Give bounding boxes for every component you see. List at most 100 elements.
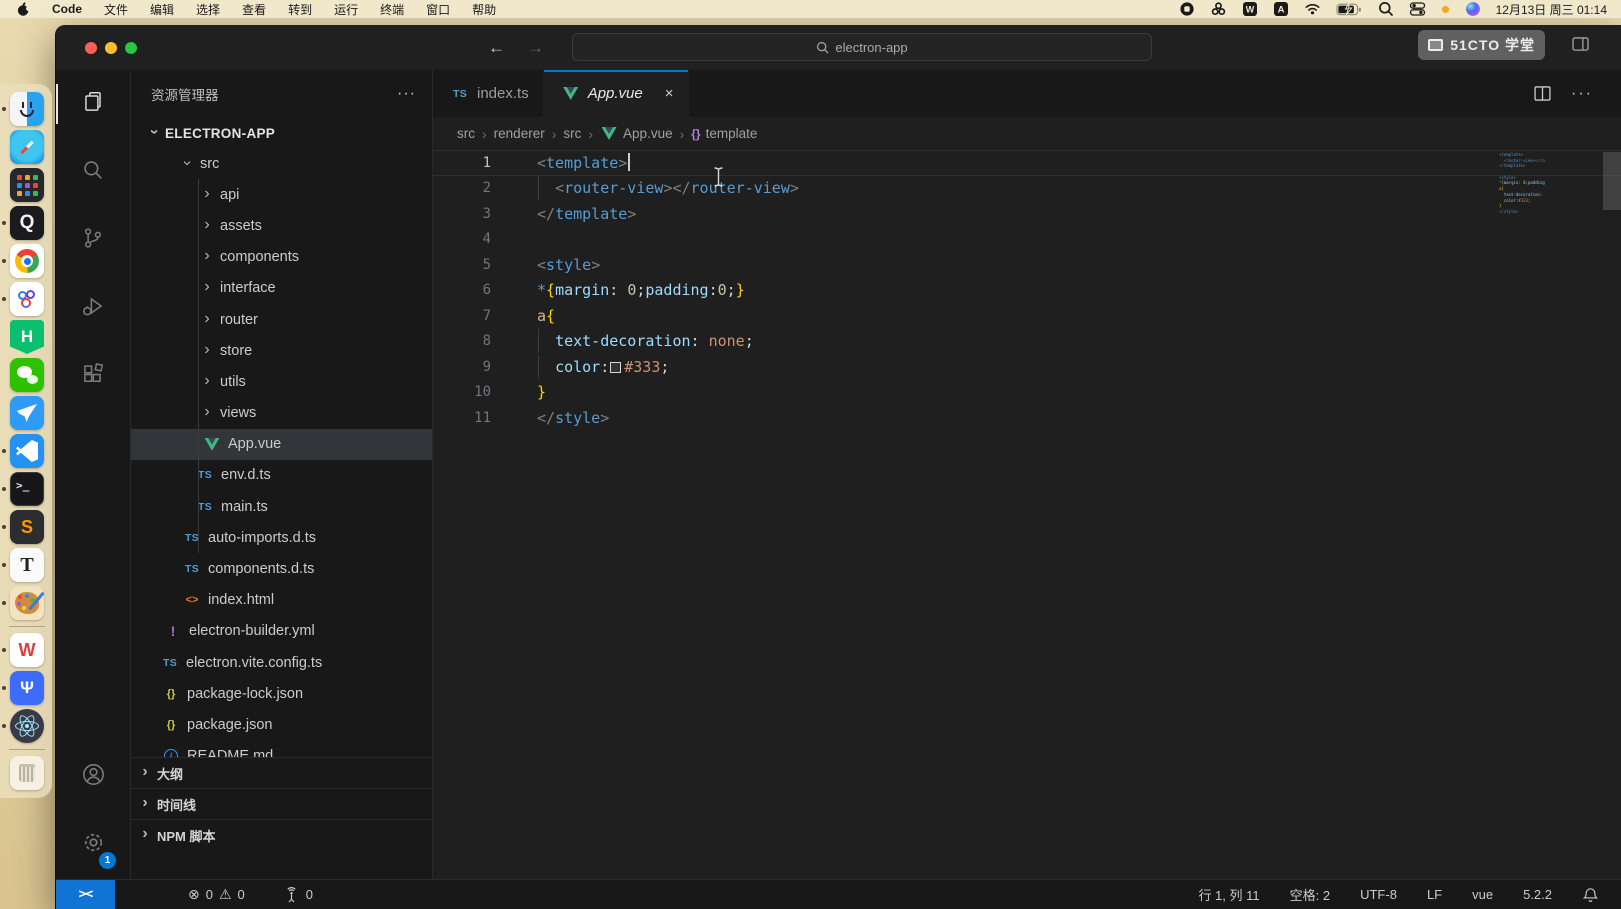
tree-item-electron-builder.yml[interactable]: !electron-builder.yml xyxy=(131,616,432,647)
status-item[interactable]: UTF-8 xyxy=(1360,887,1397,902)
dock-app-wechat[interactable] xyxy=(6,356,48,394)
customize-layout-icon[interactable] xyxy=(1572,37,1589,52)
tree-item-env.d.ts[interactable]: TSenv.d.ts xyxy=(131,460,432,491)
tree-item-utils[interactable]: ›utils xyxy=(131,366,432,397)
tree-item-store[interactable]: ›store xyxy=(131,335,432,366)
input-source-icon[interactable]: A xyxy=(1273,1,1289,17)
code-line-2[interactable]: 2 <router-view></router-view> xyxy=(433,176,1621,202)
minimize-window-button[interactable] xyxy=(105,42,117,54)
menu-item-终端[interactable]: 终端 xyxy=(369,1,415,18)
activity-account[interactable] xyxy=(56,743,130,811)
control-center-icon[interactable] xyxy=(1409,1,1426,17)
dock-app-finder[interactable] xyxy=(6,90,48,128)
code-line-8[interactable]: 8 text-decoration: none; xyxy=(433,329,1621,355)
minimap[interactable]: <template> <router-view></router-view></… xyxy=(1499,152,1545,215)
code-line-10[interactable]: 10} xyxy=(433,380,1621,406)
menu-item-帮助[interactable]: 帮助 xyxy=(461,1,507,18)
dock-app-chrome[interactable] xyxy=(6,242,48,280)
menu-item-选择[interactable]: 选择 xyxy=(185,1,231,18)
code-line-11[interactable]: 11</style> xyxy=(433,405,1621,431)
cloud-cluster-icon[interactable] xyxy=(1210,1,1227,17)
tree-item-App.vue[interactable]: App.vue xyxy=(131,429,432,460)
status-item[interactable]: vue xyxy=(1472,887,1493,902)
menu-item-查看[interactable]: 查看 xyxy=(231,1,277,18)
dock-app-dingtalk[interactable] xyxy=(6,394,48,432)
wifi-icon[interactable] xyxy=(1304,2,1321,16)
menu-bar-clock[interactable]: 12月13日 周三 01:14 xyxy=(1496,1,1607,18)
dock-app-launchpad[interactable] xyxy=(6,166,48,204)
forward-button[interactable]: → xyxy=(527,38,544,58)
dock-app-quicktime[interactable]: Q xyxy=(6,204,48,242)
tree-item-package-lock.json[interactable]: {}package-lock.json xyxy=(131,678,432,709)
tree-item-src[interactable]: ›src xyxy=(131,148,432,179)
activity-explorer[interactable] xyxy=(56,70,130,138)
explorer-more-actions[interactable]: ··· xyxy=(397,85,416,103)
close-window-button[interactable] xyxy=(85,42,97,54)
status-item[interactable]: 5.2.2 xyxy=(1523,887,1552,902)
menu-item-窗口[interactable]: 窗口 xyxy=(415,1,461,18)
code-line-7[interactable]: 7a{ xyxy=(433,303,1621,329)
activity-run-debug[interactable] xyxy=(56,274,130,342)
tree-item-auto-imports.d.ts[interactable]: TSauto-imports.d.ts xyxy=(131,522,432,553)
code-line-5[interactable]: 5<style> xyxy=(433,252,1621,278)
window-title-bar[interactable]: ← → electron-app 51CTO 学堂 xyxy=(56,25,1621,70)
status-item[interactable]: 空格: 2 xyxy=(1290,885,1330,904)
back-button[interactable]: ← xyxy=(488,38,505,58)
menu-item-Code[interactable]: Code xyxy=(41,2,93,16)
code-line-4[interactable]: 4 xyxy=(433,227,1621,253)
sidebar-section-时间线[interactable]: ›时间线 xyxy=(131,788,432,819)
status-item[interactable]: 行 1, 列 11 xyxy=(1198,885,1259,904)
tree-item-main.ts[interactable]: TSmain.ts xyxy=(131,491,432,522)
menu-item-转到[interactable]: 转到 xyxy=(277,1,323,18)
tree-item-api[interactable]: ›api xyxy=(131,179,432,210)
tab-App.vue[interactable]: App.vue× xyxy=(544,70,689,117)
activity-search[interactable] xyxy=(56,138,130,206)
tree-item-assets[interactable]: ›assets xyxy=(131,210,432,241)
code-line-3[interactable]: 3</template> xyxy=(433,201,1621,227)
tab-index.ts[interactable]: TSindex.ts xyxy=(433,70,544,117)
close-tab-icon[interactable]: × xyxy=(665,85,674,102)
tree-item-components[interactable]: ›components xyxy=(131,242,432,273)
more-actions-icon[interactable]: ··· xyxy=(1571,85,1593,103)
apple-logo-icon[interactable] xyxy=(14,1,41,18)
recording-dot-icon[interactable] xyxy=(1441,5,1450,14)
dock-app-sublime[interactable]: S xyxy=(6,508,48,546)
screen-record-icon[interactable] xyxy=(1179,1,1195,17)
problems-indicator[interactable]: ⊗ 0 ⚠ 0 xyxy=(188,886,245,903)
tree-item-interface[interactable]: ›interface xyxy=(131,273,432,304)
breadcrumb-template[interactable]: {}template xyxy=(691,126,757,141)
tree-item-views[interactable]: ›views xyxy=(131,398,432,429)
wps-icon[interactable]: W xyxy=(1242,1,1258,17)
dock-app-vscode[interactable] xyxy=(6,432,48,470)
dock-app-terminal[interactable]: >_ xyxy=(6,470,48,508)
menu-item-编辑[interactable]: 编辑 xyxy=(139,1,185,18)
ports-indicator[interactable]: 0 xyxy=(283,886,313,903)
breadcrumb-src[interactable]: src xyxy=(563,126,581,141)
menu-item-运行[interactable]: 运行 xyxy=(323,1,369,18)
dock-app-trash[interactable] xyxy=(6,754,48,792)
siri-icon[interactable] xyxy=(1465,1,1481,17)
tree-root-electron-app[interactable]: › ELECTRON-APP xyxy=(131,118,432,148)
tree-item-package.json[interactable]: {}package.json xyxy=(131,709,432,740)
notifications-bell-icon[interactable] xyxy=(1582,886,1599,904)
tree-item-components.d.ts[interactable]: TScomponents.d.ts xyxy=(131,553,432,584)
activity-source-control[interactable] xyxy=(56,206,130,274)
dock-app-safari[interactable] xyxy=(6,128,48,166)
spotlight-icon[interactable] xyxy=(1378,1,1394,17)
breadcrumb-src[interactable]: src xyxy=(457,126,475,141)
code-line-6[interactable]: 6*{margin: 0;padding:0;} xyxy=(433,278,1621,304)
code-line-1[interactable]: 1<template> xyxy=(433,150,1621,176)
dock-app-deer[interactable]: Ψ xyxy=(6,669,48,707)
menu-item-文件[interactable]: 文件 xyxy=(93,1,139,18)
split-editor-icon[interactable] xyxy=(1532,83,1553,104)
status-item[interactable]: LF xyxy=(1427,887,1442,902)
dock-app-electron[interactable] xyxy=(6,707,48,745)
tree-item-index.html[interactable]: <>index.html xyxy=(131,585,432,616)
sidebar-section-大纲[interactable]: ›大纲 xyxy=(131,757,432,788)
breadcrumb-renderer[interactable]: renderer xyxy=(494,126,545,141)
command-center-search[interactable]: electron-app xyxy=(572,33,1152,61)
dock-app-cloud[interactable] xyxy=(6,280,48,318)
tree-item-router[interactable]: ›router xyxy=(131,304,432,335)
sidebar-section-NPM 脚本[interactable]: ›NPM 脚本 xyxy=(131,819,432,850)
tree-item-electron.vite.config.ts[interactable]: TSelectron.vite.config.ts xyxy=(131,647,432,678)
